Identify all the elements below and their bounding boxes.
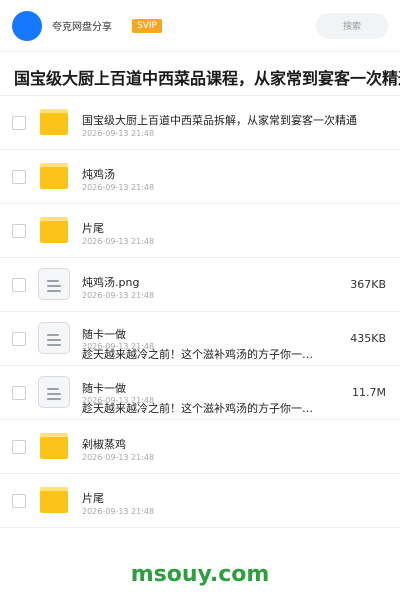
file-name: 片尾 [82,492,104,505]
row-checkbox[interactable] [12,278,26,292]
row-checkbox[interactable] [12,386,26,400]
document-icon [38,268,70,300]
folder-icon [40,109,68,135]
file-size: 11.7M [352,386,386,399]
document-icon [38,376,70,408]
file-name: 随卡一做 [82,328,126,341]
file-description: 趁天越来越冷之前！这个滋补鸡汤的方子你一… [82,402,313,415]
svip-badge: SVIP [132,18,162,33]
document-icon [38,322,70,354]
folder-icon [40,487,68,513]
file-date: 2026-09-13 21:48 [82,129,155,138]
list-item[interactable]: 国宝级大厨上百道中西菜品拆解，从家常到宴客一次精通 2026-09-13 21:… [0,96,400,150]
file-date: 2026-09-13 21:48 [82,453,155,462]
file-name: 国宝级大厨上百道中西菜品拆解，从家常到宴客一次精通 [82,114,357,127]
file-date: 2026-09-13 21:48 [82,291,155,300]
share-page: 夸克网盘分享 SVIP 搜索 国宝级大厨上百道中西菜品课程，从家常到宴客一次精通… [0,0,400,600]
list-item[interactable]: 炖鸡汤.png 2026-09-13 21:48 367KB [0,258,400,312]
row-checkbox[interactable] [12,440,26,454]
file-size: 435KB [350,332,386,345]
file-name: 剁椒蒸鸡 [82,438,126,451]
file-date: 2026-09-13 21:48 [82,183,155,192]
title-bar: 国宝级大厨上百道中西菜品课程，从家常到宴客一次精通 [0,52,400,96]
avatar[interactable] [12,10,42,41]
file-name: 炖鸡汤 [82,168,115,181]
row-checkbox[interactable] [12,116,26,130]
row-checkbox[interactable] [12,224,26,238]
file-date: 2026-09-13 21:48 [82,237,155,246]
file-name: 随卡一做 [82,382,126,395]
list-item[interactable]: 随卡一做 2026-09-13 21:48 趁天越来越冷之前！这个滋补鸡汤的方子… [0,312,400,366]
file-list: 国宝级大厨上百道中西菜品拆解，从家常到宴客一次精通 2026-09-13 21:… [0,96,400,528]
list-item[interactable]: 炖鸡汤 2026-09-13 21:48 [0,150,400,204]
folder-icon [40,217,68,243]
watermark: msouy.com [130,562,270,587]
file-name: 片尾 [82,222,104,235]
file-date: 2026-09-13 21:48 [82,507,155,516]
file-description: 趁天越来越冷之前！这个滋补鸡汤的方子你一… [82,348,313,361]
user-name: 夸克网盘分享 [52,22,112,33]
list-item[interactable]: 片尾 2026-09-13 21:48 [0,204,400,258]
row-checkbox[interactable] [12,170,26,184]
folder-icon [40,163,68,189]
page-title: 国宝级大厨上百道中西菜品课程，从家常到宴客一次精通 [14,69,400,88]
file-name: 炖鸡汤.png [82,276,140,289]
search-input[interactable]: 搜索 [316,12,388,39]
list-item[interactable]: 随卡一做 2026-09-13 21:48 趁天越来越冷之前！这个滋补鸡汤的方子… [0,366,400,420]
folder-icon [40,433,68,459]
list-item[interactable]: 剁椒蒸鸡 2026-09-13 21:48 [0,420,400,474]
row-checkbox[interactable] [12,494,26,508]
list-item[interactable]: 片尾 2026-09-13 21:48 [0,474,400,528]
row-checkbox[interactable] [12,332,26,346]
header: 夸克网盘分享 SVIP 搜索 [0,0,400,52]
file-size: 367KB [350,278,386,291]
